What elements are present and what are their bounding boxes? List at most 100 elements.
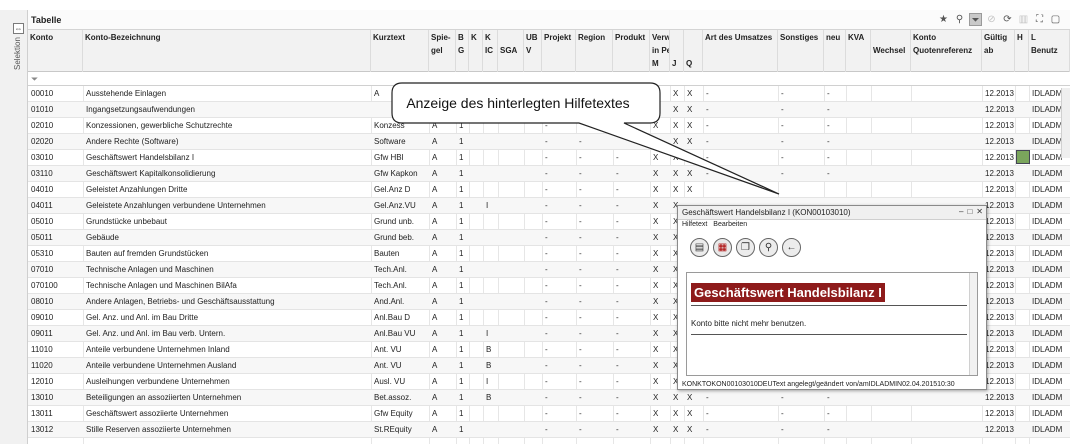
selection-label[interactable]: Selektion <box>13 37 22 70</box>
cell-konto: 02020 <box>31 137 54 146</box>
column-header-neu[interactable]: neu <box>824 30 846 72</box>
cell-ub <box>524 374 542 390</box>
cell-b: 1 <box>459 233 464 242</box>
cell-ub <box>524 390 542 406</box>
column-header-verw_q[interactable]: Q <box>684 30 703 72</box>
column-header-kurz[interactable]: Kurztext <box>371 30 429 72</box>
maximize-icon[interactable]: □ <box>967 207 972 216</box>
column-header-spiegel[interactable]: Spie- gel <box>429 30 456 72</box>
table-row[interactable]: 13012 Stille Reserven assoziierte Unterne… <box>28 422 1070 438</box>
copy-icon[interactable]: ❐ <box>736 238 755 257</box>
cell-benutz: IDLADM <box>1032 377 1063 386</box>
cell-kurz: St.REquity <box>374 425 412 434</box>
cell-konto: 03110 <box>31 169 53 178</box>
back-icon[interactable]: ← <box>782 238 801 257</box>
cell-kurz: Ant. VU <box>374 361 402 370</box>
cell-spiegel: A <box>432 425 438 434</box>
expand-icon[interactable]: ⇔ <box>13 23 24 34</box>
cell-verw_j: X <box>673 393 679 402</box>
column-header-produkt[interactable]: Produkt <box>613 30 650 72</box>
minimize-icon[interactable]: – <box>959 207 963 216</box>
cell-spiegel: A <box>432 265 438 274</box>
cell-sga <box>498 294 524 310</box>
column-header-bez[interactable]: Konto-Bezeichnung <box>83 30 371 72</box>
help-text-body[interactable]: Geschäftswert Handelsbilanz I Konto bitt… <box>686 272 978 376</box>
fullscreen-icon[interactable]: ⛶ <box>1033 13 1046 26</box>
cell-b: 1 <box>459 249 464 258</box>
cell-ic <box>483 214 498 230</box>
save-icon[interactable]: ▤ <box>690 238 709 257</box>
column-header-wechsel[interactable]: Wechsel <box>871 30 911 72</box>
cell-konto: 11020 <box>31 361 53 370</box>
refresh-icon[interactable]: ⟳ <box>1001 13 1014 26</box>
popup-titlebar[interactable]: Geschäftswert Handelsbilanz I (KON001030… <box>678 206 986 220</box>
menu-hilfetext[interactable]: Hilfetext <box>682 221 707 228</box>
column-header-benutz[interactable]: L Benutz <box>1029 30 1070 72</box>
cell-spiegel: A <box>432 377 438 386</box>
menu-bearbeiten[interactable]: Bearbeiten <box>713 221 747 228</box>
column-header-sga[interactable]: SGA <box>498 30 524 72</box>
popup-toolbar: ▤ ▦ ❐ ⚲ ← <box>690 238 801 257</box>
cell-region: - <box>579 233 582 242</box>
cell-bez: Andere Anlagen, Betriebs- und Geschäftsa… <box>86 297 275 306</box>
column-header-quote[interactable]: Konto Quotenreferenz <box>911 30 982 72</box>
cell-bez: Geschäftswert assoziierte Unternehmen <box>86 409 229 418</box>
column-header-kva[interactable]: KVA <box>846 30 871 72</box>
filter-row-icon[interactable]: ⏷ <box>31 74 38 85</box>
column-header-sonst[interactable]: Sonstiges <box>778 30 824 72</box>
filter-off-icon[interactable]: ⊘ <box>985 13 998 26</box>
cell-gueltig: 12.2013 <box>985 137 1014 146</box>
cell-benutz: IDLADM <box>1032 201 1063 210</box>
cell-k <box>469 422 483 438</box>
search-icon[interactable]: ⚲ <box>953 13 966 26</box>
column-header-projekt[interactable]: Projekt <box>542 30 576 72</box>
column-header-art[interactable]: Art des Umsatzes <box>703 30 778 72</box>
cell-benutz: IDLADM <box>1032 265 1063 274</box>
cell-ic <box>483 230 498 246</box>
column-header-verw_m[interactable]: Verwendung in Periode M <box>650 30 670 72</box>
column-header-gueltig[interactable]: Gültig ab <box>982 30 1015 72</box>
cell-produkt: - <box>616 377 619 386</box>
cell-verw_j: X <box>673 425 679 434</box>
table-row[interactable]: 13010 Beteiligungen an assoziierten Unter… <box>28 390 1070 406</box>
column-header-k[interactable]: K <box>469 30 483 72</box>
column-header-ic[interactable]: K IC <box>483 30 498 72</box>
toolbar-icons: ★ ⚲ ⏷ ⊘ ⟳ ▥ ⛶ ▢ <box>937 13 1062 26</box>
column-header-ub[interactable]: UB V <box>524 30 542 72</box>
search-icon[interactable]: ⚲ <box>759 238 778 257</box>
window-icon[interactable]: ▢ <box>1049 13 1062 26</box>
cell-neu: - <box>827 169 830 178</box>
column-header-verw_j[interactable]: J <box>670 30 684 72</box>
cell-verw_m: X <box>653 393 659 402</box>
cell-benutz: IDLADM <box>1032 329 1063 338</box>
popup-title: Geschäftswert Handelsbilanz I (KON001030… <box>682 208 851 217</box>
status-marker[interactable] <box>1016 150 1030 164</box>
cell-benutz: IDLADM <box>1032 409 1063 418</box>
cell-ub <box>524 294 542 310</box>
filter-icon[interactable]: ⏷ <box>969 13 982 26</box>
cell-ub <box>524 406 542 422</box>
star-icon[interactable]: ★ <box>937 13 950 26</box>
cell-sonst: - <box>781 425 784 434</box>
cell-benutz: IDLADM <box>1032 297 1063 306</box>
table-row[interactable]: 13011 Geschäftswert assoziierte Unternehm… <box>28 406 1070 422</box>
column-header-b[interactable]: B G <box>456 30 469 72</box>
cell-region: - <box>579 281 582 290</box>
cell-ic: B <box>486 345 492 354</box>
cell-konto: 07010 <box>31 265 54 274</box>
column-header-region[interactable]: Region <box>576 30 613 72</box>
cell-projekt: - <box>545 281 548 290</box>
column-header-konto[interactable]: Konto <box>28 30 83 72</box>
column-header-h[interactable]: H <box>1015 30 1029 72</box>
cell-projekt: - <box>545 329 548 338</box>
cell-projekt: - <box>545 297 548 306</box>
cell-verw_m: X <box>653 345 659 354</box>
cell-region: - <box>579 297 582 306</box>
print-pdf-icon[interactable]: ▦ <box>713 238 732 257</box>
cell-b: 1 <box>459 409 464 418</box>
popup-scrollbar[interactable] <box>969 273 977 375</box>
chart-icon[interactable]: ▥ <box>1017 13 1030 26</box>
close-icon[interactable]: ✕ <box>976 207 983 216</box>
help-text-window: Geschäftswert Handelsbilanz I (KON001030… <box>677 205 987 390</box>
vertical-scrollbar[interactable] <box>1061 88 1070 158</box>
